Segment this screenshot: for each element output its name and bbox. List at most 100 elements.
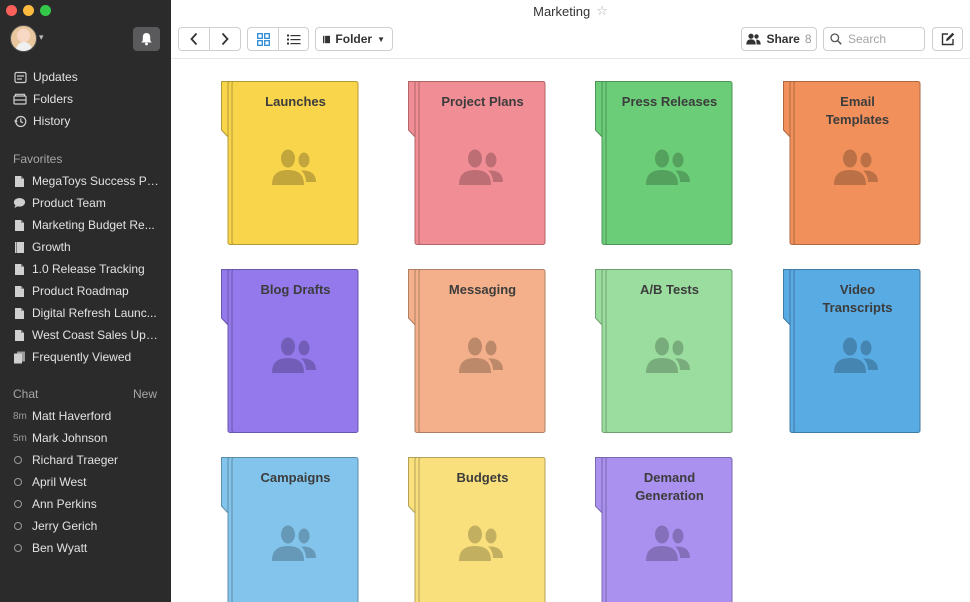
chat-name: April West	[32, 475, 87, 489]
folder-card[interactable]: Demand Generation	[594, 457, 733, 602]
people-icon	[272, 525, 316, 561]
document-icon	[13, 285, 26, 298]
favorites-list: Favorites MegaToys Success Plan Product …	[0, 146, 171, 368]
people-icon	[646, 525, 690, 561]
share-label: Share	[766, 32, 800, 46]
document-icon	[13, 219, 26, 232]
folder-icon	[323, 35, 331, 43]
folder-label: Email Templates	[825, 94, 890, 127]
favorite-item[interactable]: Product Roadmap	[0, 280, 171, 302]
favorites-header: Favorites	[0, 148, 171, 170]
favorite-item[interactable]: Marketing Budget Re...	[0, 214, 171, 236]
list-icon	[286, 34, 300, 44]
search-input[interactable]	[848, 32, 918, 46]
chat-name: Jerry Gerich	[32, 519, 98, 533]
star-icon[interactable]: ☆	[596, 3, 608, 19]
search-field[interactable]	[823, 27, 925, 51]
window-close-button[interactable]	[6, 5, 17, 16]
favorite-item[interactable]: Product Team	[0, 192, 171, 214]
chat-name: Mark Johnson	[32, 431, 108, 445]
chat-list: Chat New 8m Matt Haverford 5m Mark Johns…	[0, 381, 171, 559]
chevron-down-icon[interactable]: ▾	[39, 32, 44, 43]
back-button[interactable]	[178, 27, 210, 51]
chat-item[interactable]: 8m Matt Haverford	[0, 405, 171, 427]
favorite-item[interactable]: 1.0 Release Tracking	[0, 258, 171, 280]
document-icon	[13, 307, 26, 320]
folder-label: Campaigns	[260, 470, 331, 485]
folder-card[interactable]: Press Releases	[594, 81, 733, 246]
folder-card[interactable]: Campaigns	[220, 457, 359, 602]
grid-icon	[256, 32, 270, 46]
folder-label: Budgets	[456, 470, 509, 485]
folder-menu-label: Folder	[335, 32, 373, 46]
folder-icon	[13, 241, 26, 254]
nav-item-history[interactable]: History	[0, 110, 171, 132]
status-ring-icon	[13, 478, 32, 486]
folder-card[interactable]: Video Transcripts	[782, 269, 921, 434]
window-maximize-button[interactable]	[40, 5, 51, 16]
folder-menu-button[interactable]: Folder ▼	[315, 27, 393, 51]
page-title: Marketing	[533, 3, 591, 19]
chat-item[interactable]: 5m Mark Johnson	[0, 427, 171, 449]
nav-item-updates[interactable]: Updates	[0, 66, 171, 88]
chat-item[interactable]: Jerry Gerich	[0, 515, 171, 537]
window-minimize-button[interactable]	[23, 5, 34, 16]
folder-label: Press Releases	[621, 94, 718, 109]
compose-button[interactable]	[932, 27, 963, 51]
folder-label: Demand Generation	[635, 470, 704, 503]
people-icon	[459, 337, 503, 373]
chat-item[interactable]: Ben Wyatt	[0, 537, 171, 559]
favorites-title: Favorites	[13, 152, 63, 166]
folder-card[interactable]: A/B Tests	[594, 269, 733, 434]
title-bar: Marketing ☆	[171, 0, 970, 22]
chat-name: Richard Traeger	[32, 453, 119, 467]
favorite-item[interactable]: MegaToys Success Plan	[0, 170, 171, 192]
chat-name: Matt Haverford	[32, 409, 112, 423]
folder-label: Blog Drafts	[260, 282, 331, 297]
sidebar: ▾ Updates Folders History Favorites Mega…	[0, 0, 171, 602]
favorite-item[interactable]: Growth	[0, 236, 171, 258]
folder-card[interactable]: Email Templates	[782, 81, 921, 246]
chat-item[interactable]: April West	[0, 471, 171, 493]
list-view-button[interactable]	[279, 27, 309, 51]
chat-item[interactable]: Ann Perkins	[0, 493, 171, 515]
toolbar: Folder ▼ Share 8	[171, 27, 970, 51]
forward-button[interactable]	[210, 27, 241, 51]
chat-name: Ann Perkins	[32, 497, 97, 511]
people-icon	[459, 525, 503, 561]
chat-item[interactable]: Richard Traeger	[0, 449, 171, 471]
people-icon	[646, 149, 690, 185]
people-icon	[272, 149, 316, 185]
share-button[interactable]: Share 8	[741, 27, 817, 51]
search-icon	[830, 33, 842, 45]
chevron-right-icon	[221, 32, 229, 46]
chevron-left-icon	[190, 32, 198, 46]
favorite-item[interactable]: West Coast Sales Upd...	[0, 324, 171, 346]
compose-icon	[941, 32, 954, 46]
grid-view-button[interactable]	[247, 27, 279, 51]
folders-icon	[13, 92, 27, 106]
main-panel: Marketing ☆ Folder ▼ Share 8 Search Laun…	[171, 0, 970, 602]
folder-card[interactable]: Budgets	[407, 457, 546, 602]
status-ring-icon	[13, 544, 32, 552]
favorite-item[interactable]: Frequently Viewed	[0, 346, 171, 368]
favorite-item[interactable]: Digital Refresh Launc...	[0, 302, 171, 324]
folder-label: Launches	[265, 94, 326, 109]
favorite-label: 1.0 Release Tracking	[32, 262, 145, 276]
folder-card[interactable]: Messaging	[407, 269, 546, 434]
avatar[interactable]	[10, 25, 37, 52]
primary-nav: Updates Folders History	[0, 66, 171, 132]
favorite-label: MegaToys Success Plan	[32, 174, 160, 188]
folder-card[interactable]: Blog Drafts	[220, 269, 359, 434]
document-icon	[13, 263, 26, 276]
status-ring-icon	[13, 522, 32, 530]
favorite-label: Product Roadmap	[32, 284, 129, 298]
window-controls	[6, 5, 51, 16]
people-icon	[646, 337, 690, 373]
nav-item-folders[interactable]: Folders	[0, 88, 171, 110]
new-chat-button[interactable]: New	[133, 387, 157, 401]
folder-card[interactable]: Project Plans	[407, 81, 546, 246]
history-icon	[13, 114, 27, 128]
folder-card[interactable]: Launches	[220, 81, 359, 246]
notifications-button[interactable]	[133, 27, 160, 51]
